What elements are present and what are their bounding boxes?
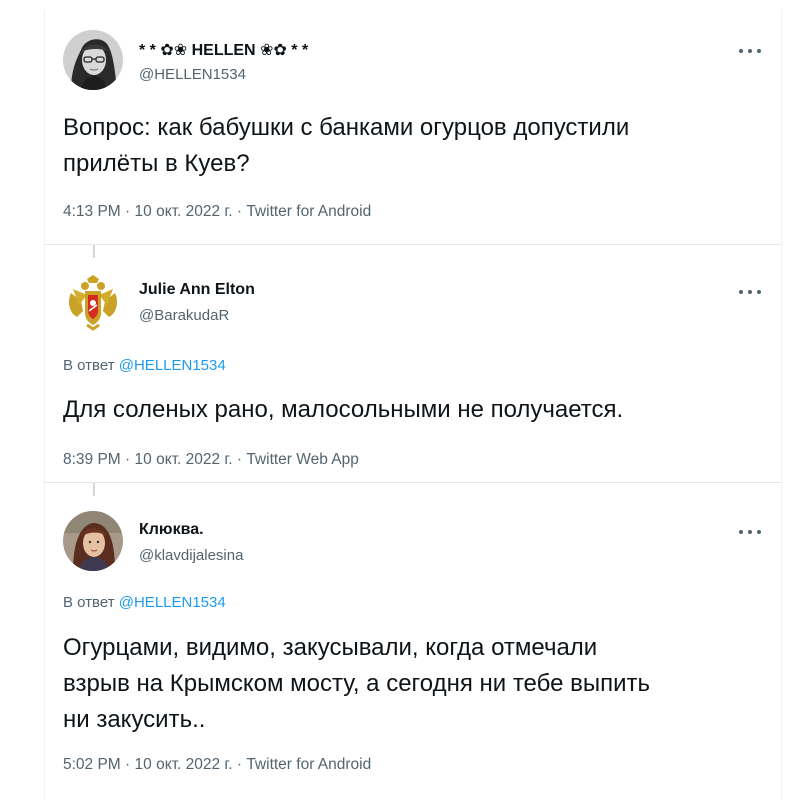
avatar-klyukva[interactable]: [63, 511, 123, 571]
author-name[interactable]: * * ✿❀ HELLEN ❀✿ * *: [139, 40, 308, 60]
tweet-time[interactable]: 8:39 PM: [63, 451, 121, 468]
author-handle[interactable]: @BarakudaR: [139, 307, 229, 324]
reply-to-link[interactable]: @HELLEN1534: [119, 594, 226, 611]
meta-separator: ·: [125, 451, 131, 468]
tweet-text-line: Огурцами, видимо, закусывали, когда отме…: [63, 634, 598, 661]
tweet-meta: 8:39 PM · 10 окт. 2022 г. · Twitter Web …: [63, 451, 359, 469]
tweet-meta: 4:13 PM · 10 окт. 2022 г. · Twitter for …: [63, 203, 371, 221]
tweet-source[interactable]: Twitter Web App: [246, 451, 359, 468]
tweet-time[interactable]: 5:02 PM: [63, 756, 121, 773]
tweet-time[interactable]: 4:13 PM: [63, 203, 121, 220]
tweet-text: Огурцами, видимо, закусывали, когда отме…: [63, 630, 650, 738]
avatar-coat-of-arms[interactable]: [63, 271, 123, 331]
tweet-date[interactable]: 10 окт. 2022 г.: [135, 756, 233, 773]
author-handle[interactable]: @klavdijalesina: [139, 547, 243, 564]
meta-separator: ·: [236, 756, 242, 773]
tweet-reply-2[interactable]: Клюква. @klavdijalesina В ответ @HELLEN1…: [45, 482, 781, 801]
tweet-text-line: Для соленых рано, малосольными не получа…: [63, 396, 624, 423]
tweet-date[interactable]: 10 окт. 2022 г.: [135, 451, 233, 468]
tweet-text-line: ни закусить..: [63, 706, 206, 733]
tweet-text-line: прилёты в Куев?: [63, 150, 250, 177]
more-options-icon[interactable]: [739, 525, 761, 539]
tweet-source[interactable]: Twitter for Android: [246, 203, 371, 220]
author-name[interactable]: Клюква.: [139, 521, 204, 539]
more-options-icon[interactable]: [739, 44, 761, 58]
avatar-hellen[interactable]: [63, 30, 123, 90]
author-handle[interactable]: @HELLEN1534: [139, 66, 246, 83]
meta-separator: ·: [125, 756, 131, 773]
tweet-text-line: Вопрос: как бабушки с банками огурцов до…: [63, 114, 630, 141]
reply-to: В ответ @HELLEN1534: [63, 357, 226, 374]
reply-to-link[interactable]: @HELLEN1534: [119, 357, 226, 374]
tweet-meta: 5:02 PM · 10 окт. 2022 г. · Twitter for …: [63, 756, 371, 774]
reply-to-prefix: В ответ: [63, 357, 115, 374]
tweet-source[interactable]: Twitter for Android: [246, 756, 371, 773]
reply-to: В ответ @HELLEN1534: [63, 594, 226, 611]
tweet-date[interactable]: 10 окт. 2022 г.: [135, 203, 233, 220]
tweet-text: Вопрос: как бабушки с банками огурцов до…: [63, 110, 629, 182]
more-options-icon[interactable]: [739, 285, 761, 299]
meta-separator: ·: [236, 451, 242, 468]
tweet-reply-1[interactable]: Julie Ann Elton @BarakudaR В ответ @HELL…: [45, 244, 781, 483]
tweet-thread: * * ✿❀ HELLEN ❀✿ * * @HELLEN1534 Вопрос:…: [44, 10, 782, 800]
meta-separator: ·: [125, 203, 131, 220]
reply-to-prefix: В ответ: [63, 594, 115, 611]
meta-separator: ·: [236, 203, 242, 220]
tweet-original[interactable]: * * ✿❀ HELLEN ❀✿ * * @HELLEN1534 Вопрос:…: [45, 10, 781, 244]
tweet-text: Для соленых рано, малосольными не получа…: [63, 392, 623, 428]
author-name[interactable]: Julie Ann Elton: [139, 281, 255, 299]
tweet-text-line: взрыв на Крымском мосту, а сегодня ни те…: [63, 670, 651, 697]
